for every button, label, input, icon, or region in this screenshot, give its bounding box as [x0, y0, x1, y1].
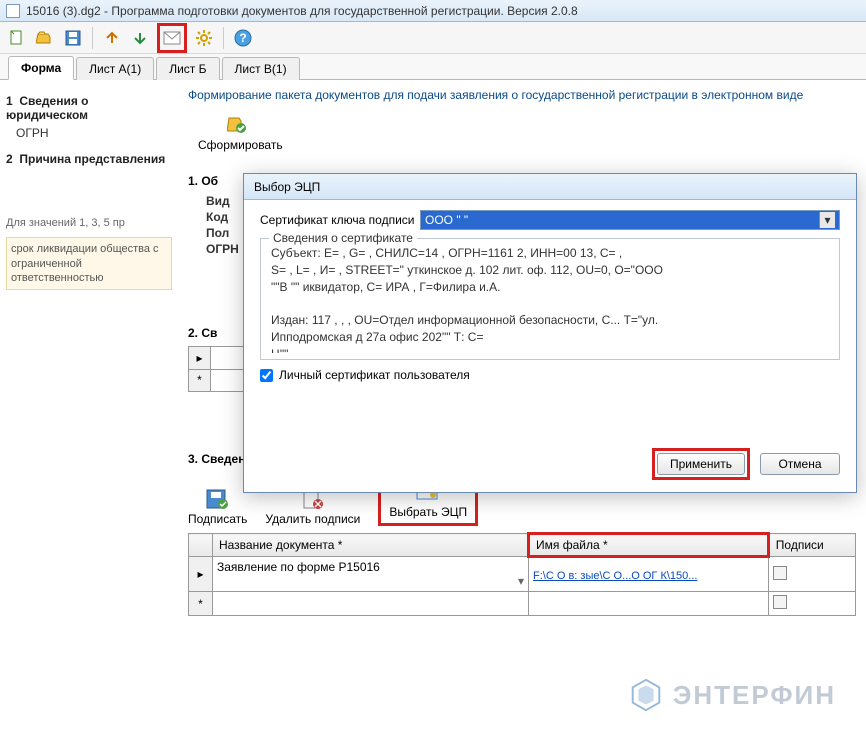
open-button[interactable] [34, 27, 56, 49]
page-title: Формирование пакета документов для подач… [188, 88, 856, 102]
col-doc-name[interactable]: Название документа * [212, 534, 528, 557]
dialog-title-bar[interactable]: Выбор ЭЦП [244, 174, 856, 200]
sign-button[interactable]: Подписать [188, 488, 247, 526]
dropdown-arrow-icon[interactable]: ▾ [518, 574, 524, 588]
save-button[interactable] [62, 27, 84, 49]
col-signatures[interactable]: Подписи [768, 534, 855, 557]
cert-details-text: Субъект: E= , G= , СНИЛС=14 , ОГРН=1161 … [271, 245, 829, 353]
apply-button[interactable]: Применить [657, 453, 745, 475]
sidebar-section-1-sub[interactable]: ОГРН [6, 126, 172, 140]
cert-details-legend: Сведения о сертификате [269, 231, 417, 245]
cert-key-label: Сертификат ключа подписи [260, 213, 420, 227]
table-row[interactable]: ▸ ▾ F:\С О в: зые\С О...О ОГ К\150... [189, 557, 856, 592]
personal-cert-label: Личный сертификат пользователя [279, 368, 470, 382]
document-tabs: Форма Лист А(1) Лист Б Лист В(1) [0, 54, 866, 80]
cert-selected-value: ООО " " [425, 213, 468, 227]
sidebar-section-2[interactable]: 2 Причина представления [6, 152, 172, 166]
delete-signatures-button[interactable]: Удалить подписи [265, 488, 360, 526]
generate-icon [227, 114, 253, 136]
mail-button[interactable] [161, 27, 183, 49]
dialog-title: Выбор ЭЦП [254, 180, 320, 194]
col-marker [189, 534, 213, 557]
apply-button-highlight: Применить [652, 448, 750, 480]
sidebar-warning: срок ликвидации общества с ограниченной … [6, 237, 172, 290]
window-title: 15016 (3).dg2 - Программа подготовки док… [26, 4, 578, 18]
documents-table: Название документа * Имя файла * Подписи… [188, 532, 856, 616]
import-button[interactable] [129, 27, 151, 49]
left-sidebar: 1 Сведения о юридическом ОГРН 2 Причина … [0, 80, 178, 738]
new-doc-button[interactable] [6, 27, 28, 49]
generate-label: Сформировать [198, 138, 283, 152]
signature-checkbox[interactable] [773, 595, 787, 609]
mail-button-highlight [157, 23, 187, 53]
watermark-logo-icon [627, 676, 665, 714]
table-row-new[interactable]: * [189, 592, 856, 616]
cert-combobox[interactable]: ООО " " ▾ [420, 210, 840, 230]
settings-button[interactable] [193, 27, 215, 49]
personal-cert-checkbox[interactable] [260, 369, 273, 382]
file-link[interactable]: F:\С О в: зые\С О...О ОГ К\150... [533, 570, 697, 582]
row-marker: ▸ [189, 557, 213, 592]
col-file-name[interactable]: Имя файла * [529, 534, 769, 557]
main-toolbar: ? [0, 22, 866, 54]
generate-button[interactable]: Сформировать [188, 110, 293, 156]
doc-name-input[interactable] [217, 560, 524, 574]
window-title-bar: 15016 (3).dg2 - Программа подготовки док… [0, 0, 866, 22]
row-marker-new: * [189, 369, 211, 392]
file-name-cell[interactable]: F:\С О в: зые\С О...О ОГ К\150... [529, 557, 769, 592]
cancel-button[interactable]: Отмена [760, 453, 840, 475]
row-marker: ▸ [189, 347, 211, 370]
sidebar-section-1[interactable]: 1 Сведения о юридическом [6, 94, 172, 122]
tab-sheet-v1[interactable]: Лист В(1) [222, 57, 300, 80]
signature-cell[interactable] [768, 557, 855, 592]
toolbar-separator [92, 27, 93, 49]
app-icon [6, 4, 20, 18]
tab-sheet-b[interactable]: Лист Б [156, 57, 219, 80]
save-disk-icon [205, 488, 231, 510]
watermark-text: ЭНТЕРФИН [673, 680, 836, 711]
cert-details-group: Сведения о сертификате Субъект: E= , G= … [260, 238, 840, 360]
toolbar-separator [223, 27, 224, 49]
export-button[interactable] [101, 27, 123, 49]
sidebar-note: Для значений 1, 3, 5 пр [6, 216, 172, 231]
select-ecp-dialog: Выбор ЭЦП Сертификат ключа подписи ООО "… [243, 173, 857, 493]
tab-form[interactable]: Форма [8, 56, 74, 80]
dropdown-arrow-icon[interactable]: ▾ [819, 212, 835, 228]
help-button[interactable]: ? [232, 27, 254, 49]
row-marker-new: * [189, 592, 213, 616]
svg-text:?: ? [239, 31, 246, 45]
doc-name-cell[interactable]: ▾ [212, 557, 528, 592]
watermark: ЭНТЕРФИН [627, 676, 836, 714]
signature-checkbox[interactable] [773, 566, 787, 580]
tab-sheet-a1[interactable]: Лист А(1) [76, 57, 154, 80]
